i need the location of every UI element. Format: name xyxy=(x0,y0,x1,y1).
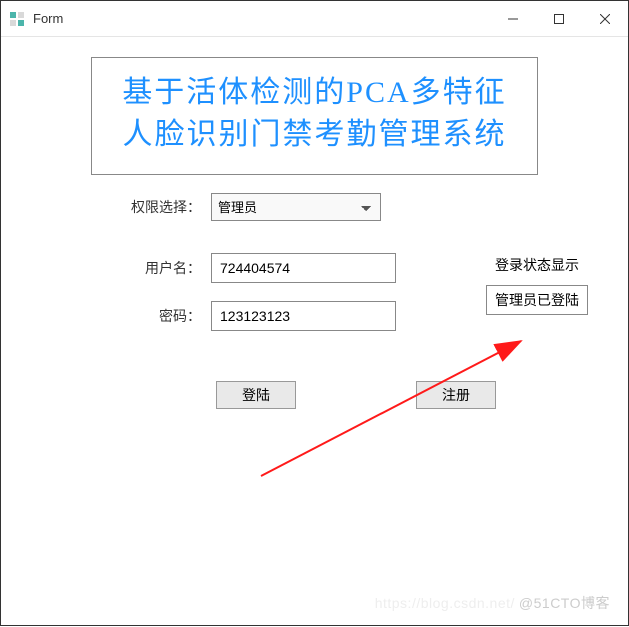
role-select[interactable]: 管理员 xyxy=(211,193,381,221)
username-label: 用户名： xyxy=(121,258,201,278)
register-button[interactable]: 注册 xyxy=(416,381,496,409)
login-button[interactable]: 登陆 xyxy=(216,381,296,409)
role-label: 权限选择： xyxy=(121,197,201,217)
maximize-button[interactable] xyxy=(536,1,582,37)
status-value: 管理员已登陆 xyxy=(486,285,588,315)
watermark: https://blog.csdn.net/@51CTO博客 xyxy=(375,593,610,613)
status-panel: 登录状态显示 管理员已登陆 xyxy=(486,255,588,315)
window-controls xyxy=(490,1,628,36)
titlebar: Form xyxy=(1,1,628,37)
login-form: 权限选择： 管理员 用户名： 密码： 登录状态显示 管理员已登陆 登陆 注册 xyxy=(51,193,578,409)
status-heading: 登录状态显示 xyxy=(486,255,588,275)
banner: 基于活体检测的PCA多特征人脸识别门禁考勤管理系统 xyxy=(91,57,538,175)
minimize-button[interactable] xyxy=(490,1,536,37)
client-area: 基于活体检测的PCA多特征人脸识别门禁考勤管理系统 权限选择： 管理员 用户名：… xyxy=(1,37,628,409)
password-label: 密码： xyxy=(121,306,201,326)
password-input[interactable] xyxy=(211,301,396,331)
close-button[interactable] xyxy=(582,1,628,37)
app-icon xyxy=(9,11,25,27)
username-input[interactable] xyxy=(211,253,396,283)
banner-title: 基于活体检测的PCA多特征人脸识别门禁考勤管理系统 xyxy=(112,72,517,156)
window-title: Form xyxy=(33,11,490,26)
